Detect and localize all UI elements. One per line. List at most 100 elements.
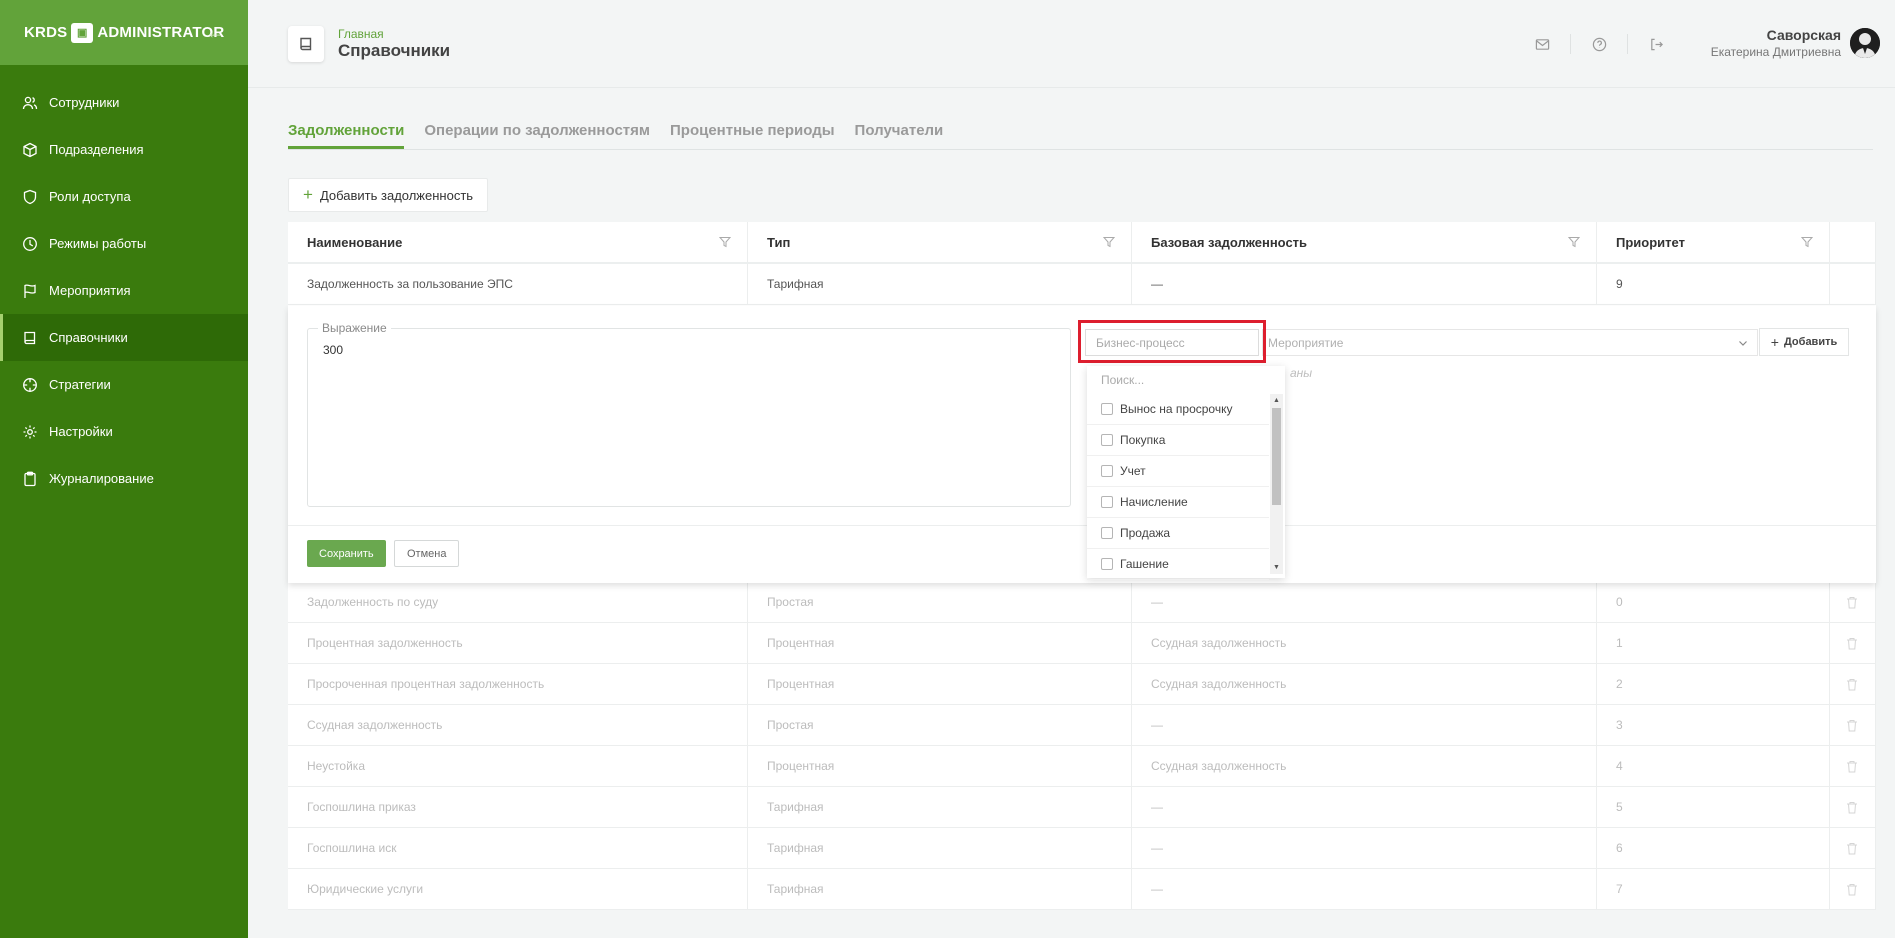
divider <box>288 525 1876 526</box>
sidebar-item-label: Стратегии <box>49 377 111 392</box>
scroll-down-arrow-icon[interactable]: ▼ <box>1270 561 1283 574</box>
cancel-button[interactable]: Отмена <box>394 540 460 567</box>
filter-icon[interactable] <box>719 236 731 248</box>
checkbox[interactable] <box>1101 527 1113 539</box>
checkbox[interactable] <box>1101 465 1113 477</box>
trash-icon[interactable] <box>1846 678 1858 691</box>
sidebar-item-access-roles[interactable]: Роли доступа <box>0 173 248 220</box>
shield-icon <box>22 189 38 205</box>
column-title: Тип <box>767 234 791 250</box>
dropdown-option[interactable]: Гашение <box>1087 549 1269 580</box>
collapse-sidebar-arrow-icon[interactable]: ← <box>206 22 224 43</box>
dropdown-option[interactable]: Учет <box>1087 456 1269 487</box>
mail-icon[interactable] <box>1533 35 1551 53</box>
user-info[interactable]: Саворская Екатерина Дмитриевна <box>1711 27 1841 59</box>
clipboard-icon <box>22 471 38 487</box>
sidebar-item-departments[interactable]: Подразделения <box>0 126 248 173</box>
cell-base-debt: — <box>1132 705 1597 745</box>
trash-icon[interactable] <box>1846 760 1858 773</box>
cell-base-debt: — <box>1132 582 1597 622</box>
sidebar-item-work-modes[interactable]: Режимы работы <box>0 220 248 267</box>
column-header-actions <box>1830 222 1876 262</box>
cell-name: Ссудная задолженность <box>288 705 748 745</box>
event-select[interactable]: Мероприятие <box>1262 329 1758 356</box>
column-title: Приоритет <box>1616 234 1685 250</box>
cell-type: Тарифная <box>748 828 1132 868</box>
dropdown-option[interactable]: Покупка <box>1087 425 1269 456</box>
cell-priority: 6 <box>1597 828 1830 868</box>
trash-icon[interactable] <box>1846 842 1858 855</box>
filter-icon[interactable] <box>1568 236 1580 248</box>
hint-text: аны <box>1290 366 1313 380</box>
dropdown-scrollbar[interactable]: ▲ ▼ <box>1270 394 1283 574</box>
add-business-process-button[interactable]: + Добавить <box>1759 328 1849 356</box>
expression-field[interactable]: Выражение 300 <box>307 321 1071 507</box>
dropdown-search-input[interactable]: Поиск... <box>1087 366 1285 392</box>
trash-icon[interactable] <box>1846 596 1858 609</box>
cell-name: Задолженность по суду <box>288 582 748 622</box>
table-row[interactable]: Задолженность по суду Простая — 0 <box>288 582 1876 623</box>
checkbox[interactable] <box>1101 558 1113 570</box>
sidebar-item-directories[interactable]: Справочники <box>0 314 248 361</box>
checkbox[interactable] <box>1101 434 1113 446</box>
dropdown-option[interactable]: Продажа <box>1087 518 1269 549</box>
column-header-base-debt: Базовая задолженность <box>1132 222 1597 262</box>
table-row[interactable]: Госпошлина иск Тарифная — 6 <box>288 828 1876 869</box>
expression-label: Выражение <box>318 321 391 335</box>
user-name: Екатерина Дмитриевна <box>1710 45 1841 59</box>
gear-icon <box>22 424 38 440</box>
cell-type: Простая <box>748 582 1132 622</box>
sidebar-item-strategies[interactable]: Стратегии <box>0 361 248 408</box>
sidebar-item-settings[interactable]: Настройки <box>0 408 248 455</box>
tab-debt-operations[interactable]: Операции по задолженностям <box>424 112 650 149</box>
cell-priority: 7 <box>1597 869 1830 909</box>
dropdown-option[interactable]: Начисление <box>1087 487 1269 518</box>
cell-priority: 1 <box>1597 623 1830 663</box>
app-logo[interactable]: KRDS ▣ ADMINISTRATOR <box>24 22 224 43</box>
filter-icon[interactable] <box>1103 236 1115 248</box>
checkbox[interactable] <box>1101 403 1113 415</box>
sidebar-item-employees[interactable]: Сотрудники <box>0 79 248 126</box>
highlight-box <box>1078 320 1266 363</box>
checkbox[interactable] <box>1101 496 1113 508</box>
cell-type: Процентная <box>748 664 1132 704</box>
cell-priority: 2 <box>1597 664 1830 704</box>
table-row[interactable]: Неустойка Процентная Ссудная задолженнос… <box>288 746 1876 787</box>
help-icon[interactable] <box>1590 35 1608 53</box>
flag-icon <box>22 283 38 299</box>
option-label: Начисление <box>1120 495 1188 509</box>
add-debt-button[interactable]: + Добавить задолженность <box>288 178 489 212</box>
cell-actions <box>1830 664 1876 704</box>
table-row[interactable]: Ссудная задолженность Простая — 3 <box>288 705 1876 746</box>
trash-icon[interactable] <box>1846 883 1858 896</box>
cell-type: Процентная <box>748 746 1132 786</box>
tab-debts[interactable]: Задолженности <box>288 112 405 149</box>
trash-icon[interactable] <box>1846 801 1858 814</box>
logout-icon[interactable] <box>1647 35 1665 53</box>
table-row[interactable]: Просроченная процентная задолженность Пр… <box>288 664 1876 705</box>
dropdown-option[interactable]: Вынос на просрочку <box>1087 394 1269 425</box>
filter-icon[interactable] <box>1801 236 1813 248</box>
table-row[interactable]: Госпошлина приказ Тарифная — 5 <box>288 787 1876 828</box>
cell-priority: 5 <box>1597 787 1830 827</box>
cell-priority: 9 <box>1597 264 1830 304</box>
sidebar-item-events[interactable]: Мероприятия <box>0 267 248 314</box>
breadcrumb-home-link[interactable]: Главная <box>338 27 384 41</box>
table-row[interactable]: Юридические услуги Тарифная — 7 <box>288 869 1876 910</box>
tab-recipients[interactable]: Получатели <box>855 112 944 149</box>
avatar[interactable] <box>1850 28 1880 58</box>
event-select-placeholder: Мероприятие <box>1268 335 1344 350</box>
cell-base-debt: — <box>1132 264 1597 304</box>
save-button[interactable]: Сохранить <box>307 540 386 567</box>
scroll-up-arrow-icon[interactable]: ▲ <box>1270 394 1283 407</box>
scrollbar-thumb[interactable] <box>1272 408 1281 505</box>
table-row[interactable]: Процентная задолженность Процентная Ссуд… <box>288 623 1876 664</box>
cube-icon <box>22 142 38 158</box>
table-row-edited[interactable]: Задолженность за пользование ЭПС Тарифна… <box>288 264 1876 305</box>
users-icon <box>22 95 38 111</box>
sidebar-item-logging[interactable]: Журналирование <box>0 455 248 502</box>
trash-icon[interactable] <box>1846 637 1858 650</box>
tab-interest-periods[interactable]: Процентные периоды <box>670 112 835 149</box>
trash-icon[interactable] <box>1846 719 1858 732</box>
plus-icon: + <box>303 185 313 204</box>
